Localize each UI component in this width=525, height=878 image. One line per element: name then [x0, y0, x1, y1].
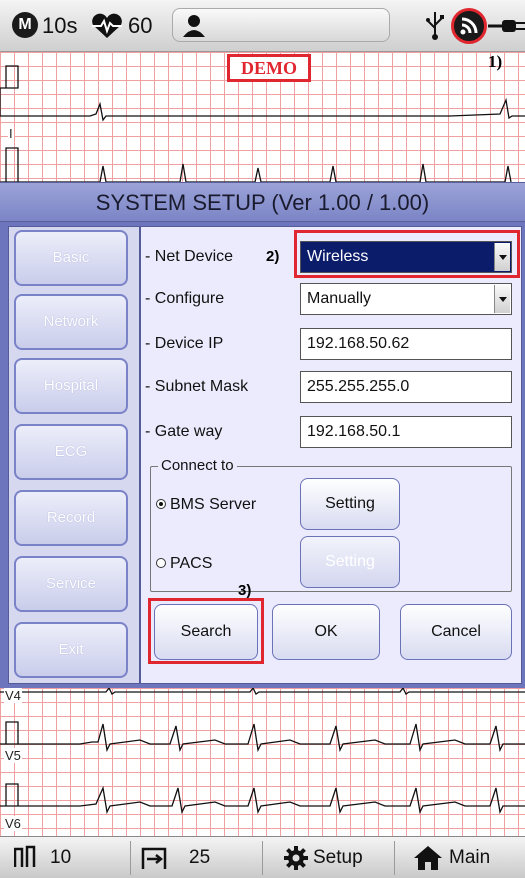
side-menu-record[interactable]: Record [14, 490, 128, 546]
cancel-button[interactable]: Cancel [400, 604, 512, 660]
dialog-title: SYSTEM SETUP (Ver 1.00 / 1.00) [0, 182, 525, 222]
main-label: Main [449, 847, 491, 868]
net-device-value: Wireless [307, 248, 369, 265]
callout-1: 1) [488, 52, 503, 71]
side-menu-exit[interactable]: Exit [14, 622, 128, 678]
net-device-label: - Net Device [145, 248, 234, 265]
side-menu-ecg[interactable]: ECG [14, 424, 128, 480]
ok-button[interactable]: OK [272, 604, 380, 660]
side-menu-basic[interactable]: Basic [14, 230, 128, 286]
ecg-lead-label-v4: V4 [4, 688, 22, 703]
heart-icon [92, 13, 122, 38]
speed-button[interactable]: 25 [131, 837, 261, 878]
chevron-down-icon[interactable] [494, 243, 510, 271]
pacs-setting-button[interactable]: Setting [300, 536, 400, 588]
setup-button[interactable]: Setup [263, 837, 393, 878]
device-ip-label: - Device IP [145, 335, 224, 352]
speed-value: 25 [189, 847, 211, 868]
configure-select[interactable]: Manually [300, 283, 512, 315]
gateway-label: - Gate way [145, 423, 223, 440]
gain-icon [14, 845, 36, 867]
gear-icon [284, 846, 308, 870]
callout-2: 2) [266, 248, 280, 265]
patient-button[interactable] [172, 8, 390, 42]
wifi-icon [451, 8, 487, 44]
gateway-field[interactable]: 192.168.50.1 [300, 416, 512, 448]
configure-label: - Configure [145, 290, 225, 307]
bms-setting-button[interactable]: Setting [300, 478, 400, 530]
power-plug-icon [488, 20, 525, 32]
ecg-lead-label: I [8, 126, 14, 141]
main-button[interactable]: Main [395, 837, 525, 878]
side-menu-hospital[interactable]: Hospital [14, 358, 128, 414]
ecg-lead-label-v6: V6 [4, 816, 22, 831]
side-menu-service[interactable]: Service [14, 556, 128, 612]
sweep-speed: 10s [42, 13, 78, 38]
ecg-waveform-bottom: V4 V5 V6 [0, 688, 525, 836]
patient-icon [183, 15, 205, 37]
bms-server-label: BMS Server [170, 496, 257, 513]
device-ip-field[interactable]: 192.168.50.62 [300, 328, 512, 360]
gain-button[interactable]: 10 [0, 837, 130, 878]
radio-unselected-icon[interactable] [156, 557, 166, 568]
heart-rate: 60 [128, 13, 153, 38]
paper-speed-icon [141, 847, 167, 869]
status-bar: M 10s 60 [0, 0, 525, 52]
bottom-toolbar: 10 25 Setup Main [0, 836, 525, 878]
gain-value: 10 [50, 847, 72, 868]
radio-pacs[interactable]: PACS [156, 555, 212, 573]
setup-label: Setup [313, 847, 363, 868]
search-button[interactable]: Search [154, 604, 258, 660]
pacs-label: PACS [170, 555, 213, 572]
home-icon [414, 846, 442, 870]
mode-icon: M [12, 12, 38, 38]
callout-3: 3) [238, 582, 252, 599]
connect-to-legend: Connect to [158, 457, 237, 474]
radio-bms-server[interactable]: BMS Server [156, 496, 256, 514]
ecg-lead-label-v5: V5 [4, 748, 22, 763]
chevron-down-icon[interactable] [494, 285, 510, 313]
net-device-select[interactable]: Wireless [300, 241, 512, 273]
subnet-mask-label: - Subnet Mask [145, 378, 249, 395]
usb-icon [426, 12, 444, 40]
ecg-trace-bottom [0, 688, 525, 815]
demo-label: DEMO [227, 54, 311, 82]
radio-selected-icon[interactable] [156, 498, 166, 509]
configure-value: Manually [307, 290, 372, 307]
side-menu-network[interactable]: Network [14, 294, 128, 350]
subnet-mask-field[interactable]: 255.255.255.0 [300, 371, 512, 403]
